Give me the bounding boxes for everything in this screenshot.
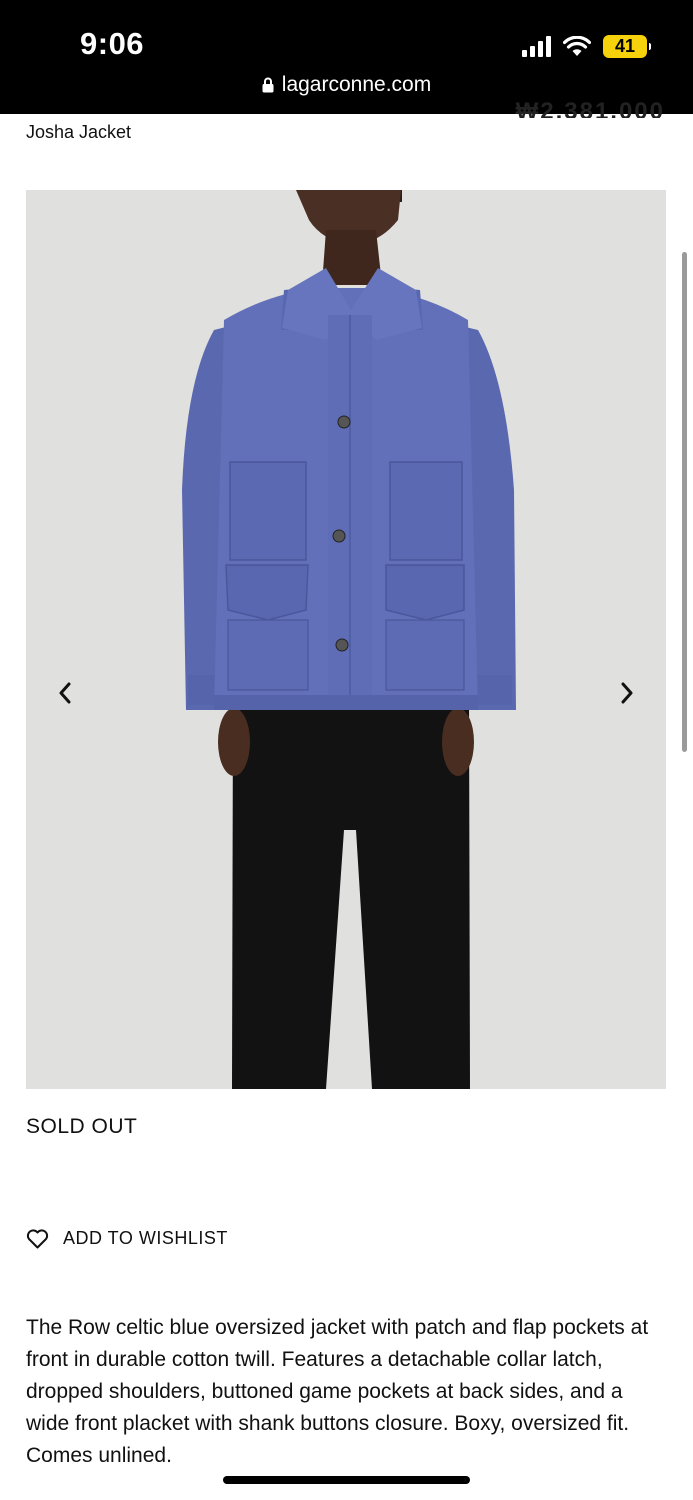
- page-scrollbar[interactable]: [682, 252, 687, 752]
- availability-status: SOLD OUT: [26, 1115, 138, 1138]
- product-image-gallery[interactable]: [26, 190, 666, 1089]
- next-image-button[interactable]: [612, 678, 642, 708]
- product-title: Josha Jacket: [26, 122, 132, 142]
- battery-icon: 41: [603, 34, 651, 58]
- wifi-icon: [563, 35, 591, 56]
- clock: 9:06: [80, 26, 145, 61]
- cellular-signal-icon: [522, 35, 551, 57]
- address-bar[interactable]: lagarconne.com: [0, 73, 693, 97]
- add-to-wishlist-button[interactable]: ADD TO WISHLIST: [26, 1228, 228, 1249]
- lock-icon: [262, 77, 274, 93]
- battery-level: 41: [614, 35, 636, 56]
- home-indicator[interactable]: [223, 1476, 470, 1484]
- price-container: ₩2,381,000: [515, 100, 665, 118]
- product-price: ₩2,381,000: [515, 100, 665, 118]
- url-text: lagarconne.com: [281, 73, 432, 96]
- chevron-right-icon: [621, 682, 633, 704]
- chevron-left-icon: [59, 682, 71, 704]
- wishlist-label: ADD TO WISHLIST: [63, 1228, 228, 1248]
- product-description: The Row celtic blue oversized jacket wit…: [26, 1316, 649, 1467]
- product-photo: [26, 190, 666, 1089]
- previous-image-button[interactable]: [50, 678, 80, 708]
- heart-icon: [26, 1228, 49, 1248]
- status-bar: 9:06 41 lagarconne.com: [0, 0, 693, 114]
- status-icons: 41: [522, 34, 651, 58]
